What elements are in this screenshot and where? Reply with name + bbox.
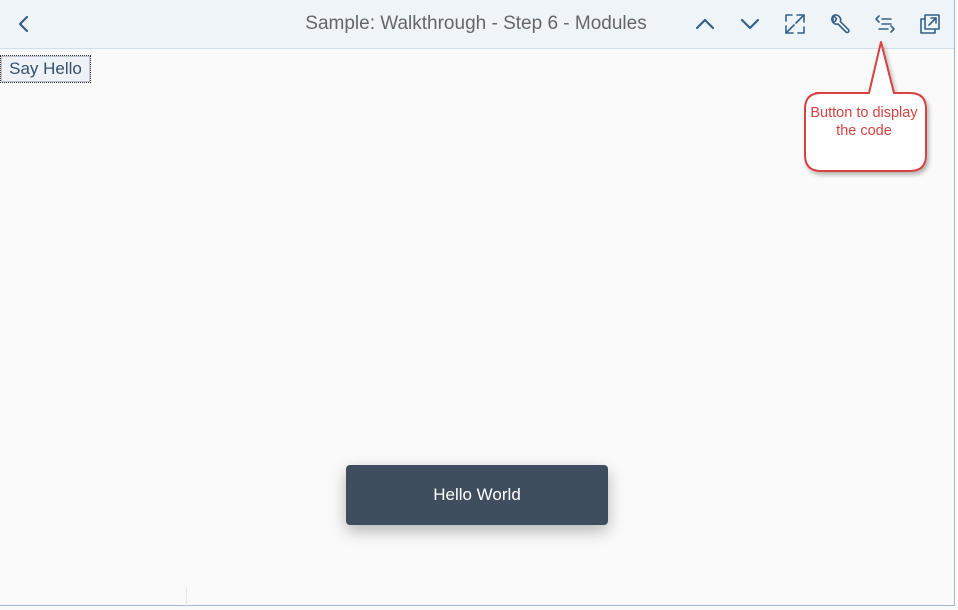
previous-sample-button[interactable] xyxy=(689,8,721,40)
settings-button[interactable] xyxy=(824,8,856,40)
full-screen-icon xyxy=(785,14,805,34)
show-code-button[interactable] xyxy=(869,8,901,40)
callout-text: Button to display the code xyxy=(810,105,918,139)
back-button[interactable] xyxy=(8,8,40,40)
fullscreen-button[interactable] xyxy=(779,8,811,40)
background-divider xyxy=(186,587,187,607)
open-in-new-window-button[interactable] xyxy=(914,8,946,40)
app-frame: Sample: Walkthrough - Step 6 - Modules S… xyxy=(0,0,955,607)
chevron-down-icon xyxy=(740,18,760,30)
next-sample-button[interactable] xyxy=(734,8,766,40)
say-hello-button[interactable]: Say Hello xyxy=(0,55,91,83)
chevron-up-icon xyxy=(695,18,715,30)
show-code-icon xyxy=(875,15,895,33)
message-toast: Hello World xyxy=(346,465,608,525)
open-in-new-window-icon xyxy=(920,14,940,34)
chevron-left-icon xyxy=(18,15,29,33)
wrench-icon xyxy=(831,14,850,34)
page-title-text: Sample: Walkthrough - Step 6 - Modules xyxy=(305,13,647,34)
